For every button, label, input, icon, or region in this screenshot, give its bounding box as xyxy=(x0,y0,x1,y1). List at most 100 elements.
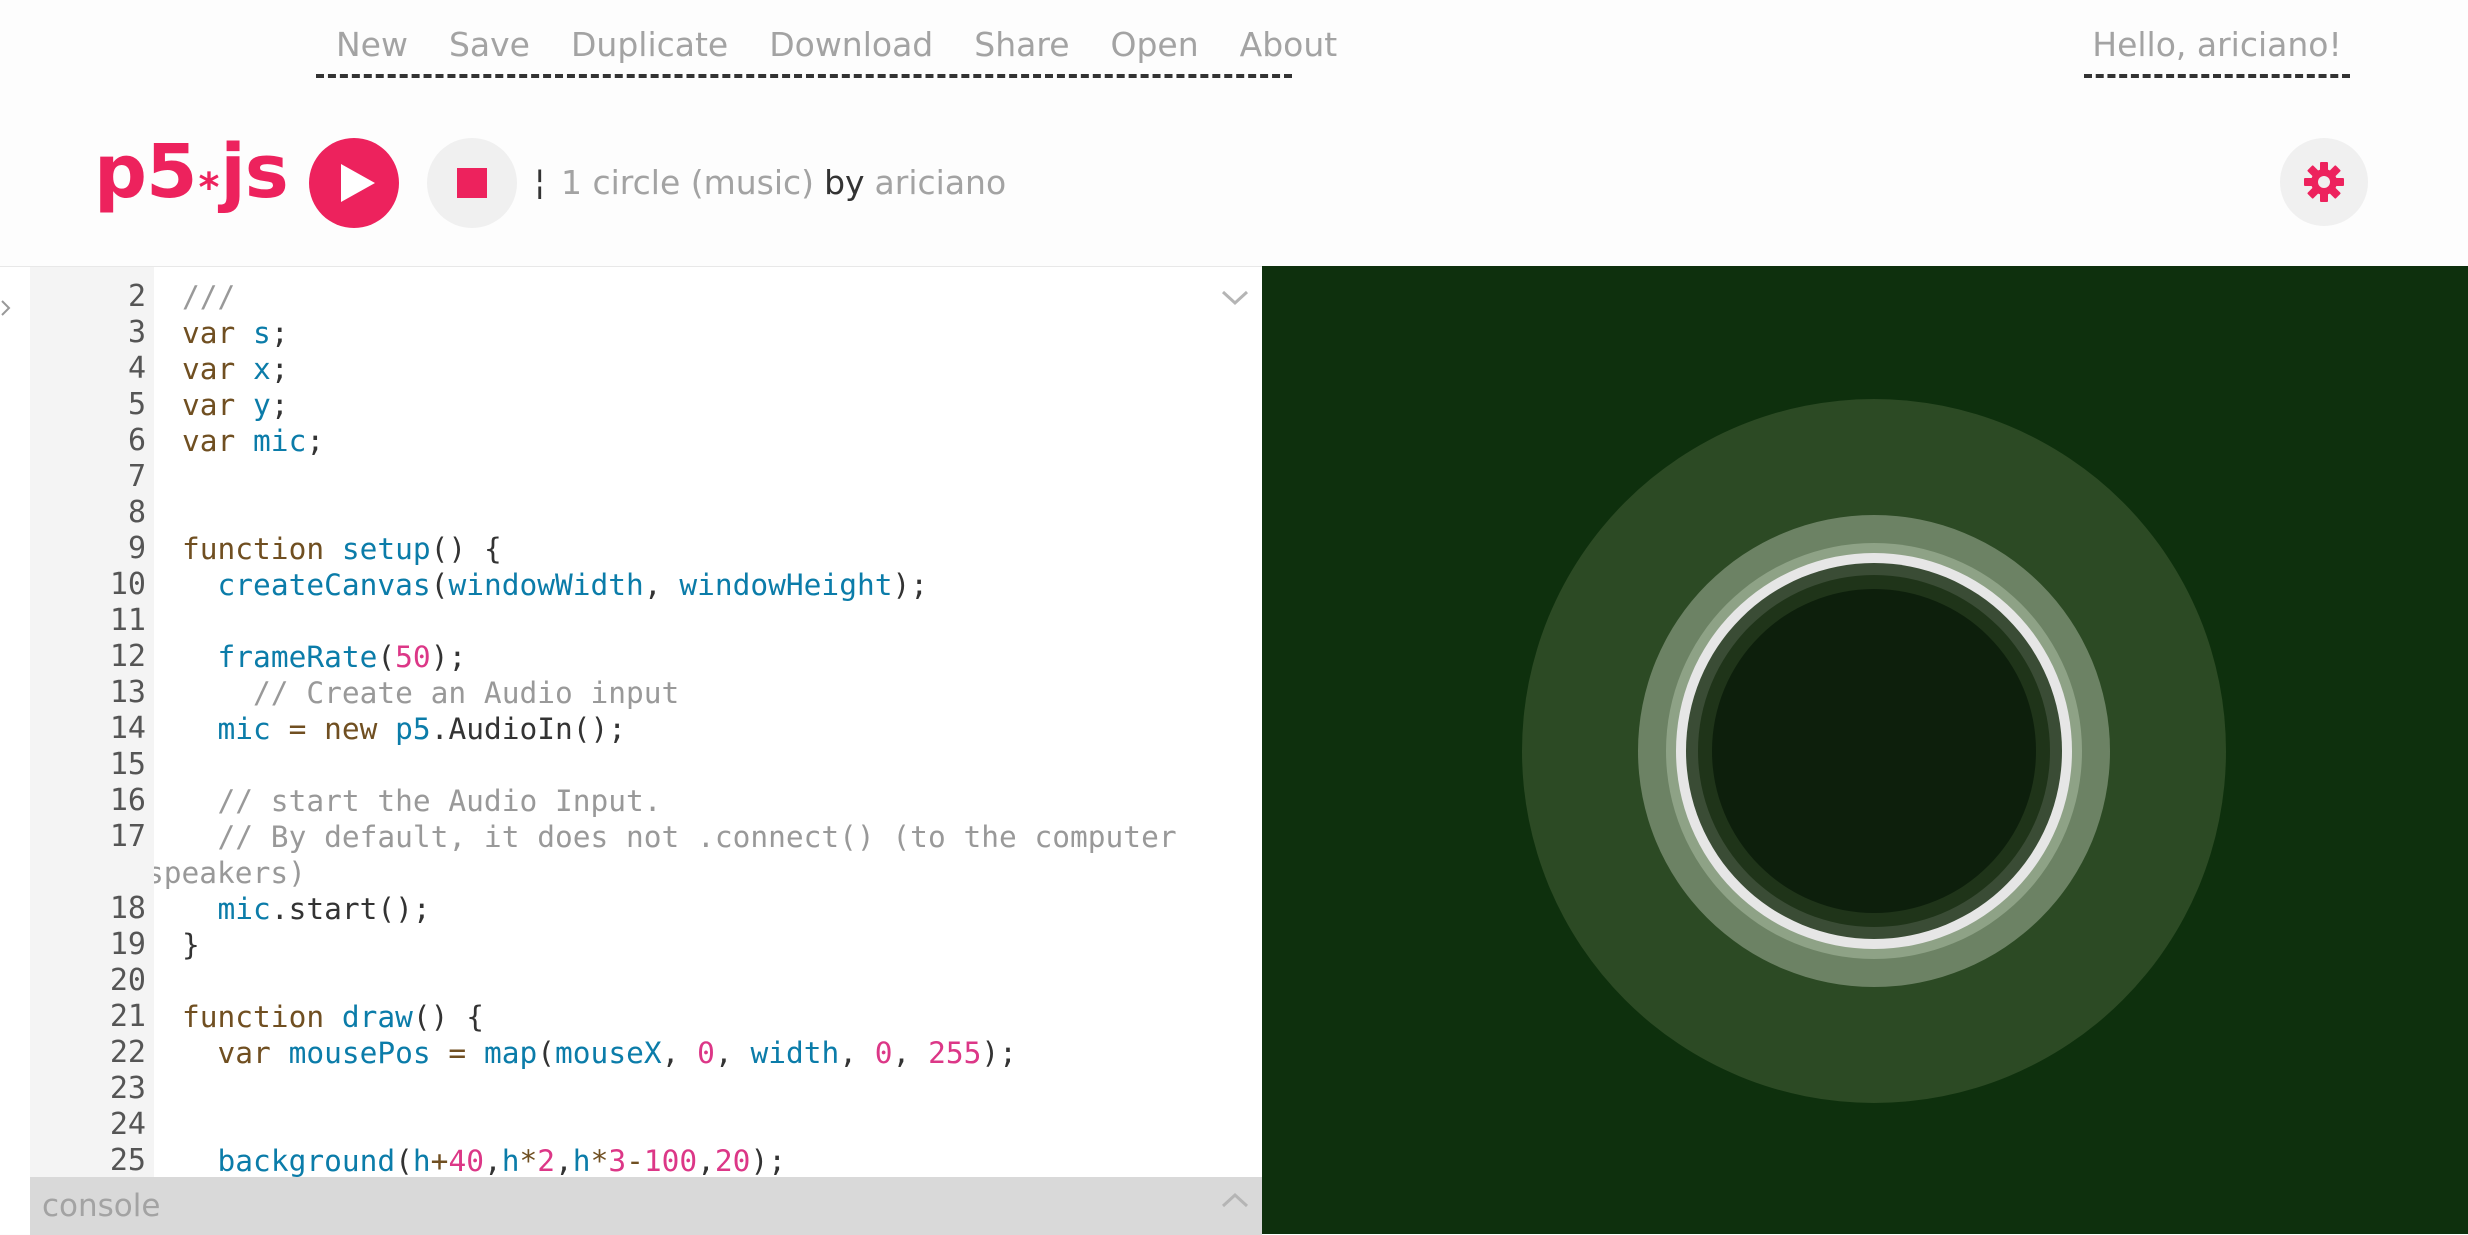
code-token: mic xyxy=(217,892,271,926)
code-token: map xyxy=(483,1036,538,1070)
code-line[interactable]: /// xyxy=(182,279,1242,315)
nav-item-open[interactable]: Open xyxy=(1111,22,1199,68)
sidebar-toggle[interactable] xyxy=(0,297,12,325)
edit-name-icon[interactable]: ¦ xyxy=(534,162,545,202)
code-line[interactable]: } xyxy=(182,927,1242,963)
nav-item-share[interactable]: Share xyxy=(974,22,1069,68)
code-line[interactable]: function draw() { xyxy=(182,999,1242,1035)
code-token: function xyxy=(182,1000,342,1034)
play-button[interactable] xyxy=(309,138,399,228)
code-token: var xyxy=(217,1036,289,1070)
sketch-name[interactable]: 1 circle (music) xyxy=(561,163,814,202)
nav-item-duplicate[interactable]: Duplicate xyxy=(571,22,728,68)
code-line[interactable]: background(h+40,h*2,h*3-100,20); xyxy=(182,1143,1242,1177)
code-token: /// xyxy=(182,280,236,314)
code-token: var xyxy=(182,352,254,386)
line-number: 14 xyxy=(109,711,146,746)
code-token: } xyxy=(182,928,200,962)
preview-canvas[interactable] xyxy=(1262,266,2468,1234)
code-token: mic xyxy=(253,424,307,458)
code-token: ( xyxy=(430,568,449,602)
console-toggle[interactable] xyxy=(1220,1191,1250,1213)
line-number: 23 xyxy=(109,1071,146,1106)
code-token: , xyxy=(697,1144,715,1177)
line-number: 17 xyxy=(109,819,146,854)
nav-item-about[interactable]: About xyxy=(1240,22,1338,68)
code-token: , xyxy=(839,1036,875,1070)
user-greeting[interactable]: Hello, ariciano! xyxy=(2084,22,2350,78)
code-token: 2 xyxy=(537,1144,556,1177)
line-number: 5 xyxy=(127,387,146,422)
code-token: 0 xyxy=(874,1036,893,1070)
code-token: new xyxy=(324,712,396,746)
code-token: ; xyxy=(270,316,289,350)
code-line[interactable]: var s; xyxy=(182,315,1242,351)
toolbar: p5*js ¦ 1 circle (music) by ariciano xyxy=(0,92,2468,266)
line-number: 9 xyxy=(127,531,146,566)
console-bar[interactable]: console xyxy=(30,1177,1262,1235)
code-editor[interactable]: 2 3 4 5 6 7 8 9 10 11 12 13 14 15 16 17 18 19 20 21 22 23 24 25… xyxy=(0,266,1262,1235)
sketch-preview[interactable] xyxy=(1262,266,2468,1234)
code-line[interactable]: var mic; xyxy=(182,423,1242,459)
settings-button[interactable] xyxy=(2280,138,2368,226)
code-token: width xyxy=(750,1036,840,1070)
code-token: p5 xyxy=(395,712,431,746)
code-token: var xyxy=(182,424,254,458)
chevron-down-icon xyxy=(1221,290,1249,306)
code-token: var xyxy=(182,388,254,422)
code-line[interactable]: // By default, it does not .connect() (t… xyxy=(182,819,1242,855)
code-token: // Create an Audio input xyxy=(182,676,680,710)
play-icon xyxy=(341,164,375,202)
code-line[interactable]: frameRate(50); xyxy=(182,639,1242,675)
code-token: , xyxy=(714,1036,751,1070)
code-token: ; xyxy=(306,424,325,458)
nav-item-download[interactable]: Download xyxy=(769,22,933,68)
gear-icon xyxy=(2304,162,2344,202)
line-number: 10 xyxy=(109,567,146,602)
nav-item-save[interactable]: Save xyxy=(449,22,530,68)
code-line[interactable]: // start the Audio Input. xyxy=(182,783,1242,819)
code-line[interactable]: // Create an Audio input xyxy=(182,675,1242,711)
code-token: ; xyxy=(270,352,289,386)
sketch-owner-link[interactable]: ariciano xyxy=(875,163,1007,202)
line-number: 25 xyxy=(109,1143,146,1177)
line-number: 16 xyxy=(109,783,146,818)
line-number: 13 xyxy=(109,675,146,710)
code-token: = xyxy=(270,712,325,746)
code-token: , xyxy=(555,1144,573,1177)
code-line-wrap[interactable]: speakers) xyxy=(154,855,1206,891)
nav-item-new[interactable]: New xyxy=(336,22,408,68)
fold-button[interactable] xyxy=(1220,289,1250,311)
code-line[interactable]: function setup() { xyxy=(182,531,1242,567)
line-number: 24 xyxy=(109,1107,146,1142)
code-token: .AudioIn(); xyxy=(430,712,627,746)
code-token: // start the Audio Input. xyxy=(182,784,662,818)
code-line[interactable]: mic.start(); xyxy=(182,891,1242,927)
code-token: , xyxy=(661,1036,698,1070)
logo-text-b: js xyxy=(220,129,288,215)
code-token: 100 xyxy=(643,1144,698,1177)
code-token: setup xyxy=(341,532,431,566)
chevron-up-icon xyxy=(1221,1192,1249,1208)
code-area[interactable]: ///var s; var x; var y; var mic; function se… xyxy=(154,267,1262,1177)
code-token: , xyxy=(643,568,680,602)
code-line[interactable]: createCanvas(windowWidth, windowHeight); xyxy=(182,567,1242,603)
line-number: 15 xyxy=(109,747,146,782)
p5js-logo[interactable]: p5*js xyxy=(94,129,289,228)
code-token: function xyxy=(182,532,342,566)
code-token: createCanvas xyxy=(217,568,431,602)
code-line[interactable]: var y; xyxy=(182,387,1242,423)
line-number: 6 xyxy=(127,423,146,458)
code-token: background xyxy=(217,1144,396,1177)
line-number: 2 xyxy=(127,279,146,314)
nav-menu: New Save Duplicate Download Share Open About xyxy=(316,22,1337,78)
code-line[interactable]: var mousePos = map(mouseX, 0, width, 0, … xyxy=(182,1035,1242,1071)
stop-button[interactable] xyxy=(427,138,517,228)
code-line[interactable]: mic = new p5.AudioIn(); xyxy=(182,711,1242,747)
code-token: 255 xyxy=(928,1036,982,1070)
code-line[interactable]: var x; xyxy=(182,351,1242,387)
code-token: ); xyxy=(750,1144,786,1177)
code-token: windowWidth xyxy=(448,568,644,602)
